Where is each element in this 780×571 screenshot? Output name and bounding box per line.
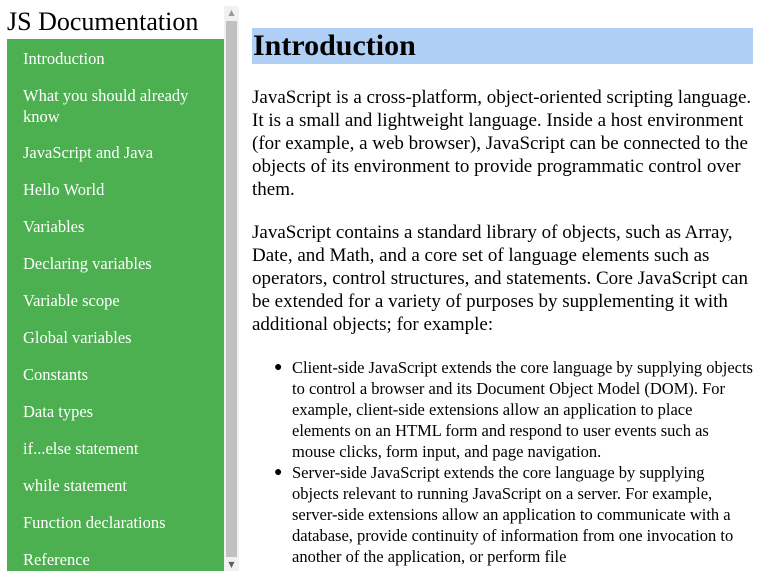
main-content: Introduction JavaScript is a cross-platf… — [252, 0, 754, 571]
sidebar-item: JavaScript and Java — [7, 133, 224, 170]
sidebar-nav: JS Documentation Introduction What you s… — [0, 0, 224, 571]
sidebar-item-global-variables[interactable]: Global variables — [7, 318, 224, 355]
sidebar-item-variables[interactable]: Variables — [7, 207, 224, 244]
sidebar-item-function-declarations[interactable]: Function declarations — [7, 503, 224, 540]
sidebar-item: if...else statement — [7, 429, 224, 466]
extension-list: ● Client-side JavaScript extends the cor… — [274, 357, 754, 567]
list-item: ● Server-side JavaScript extends the cor… — [274, 462, 754, 567]
sidebar-item-reference[interactable]: Reference — [7, 540, 224, 571]
bullet-dot-icon: ● — [274, 360, 283, 375]
sidebar-item: Hello World — [7, 170, 224, 207]
sidebar-item: Variables — [7, 207, 224, 244]
sidebar-item: Constants — [7, 355, 224, 392]
bullet-dot-icon: ● — [274, 465, 283, 480]
sidebar-title: JS Documentation — [7, 7, 199, 36]
intro-paragraph: JavaScript is a cross-platform, object-o… — [252, 87, 752, 200]
sidebar-item: Variable scope — [7, 281, 224, 318]
sidebar-item: while statement — [7, 466, 224, 503]
sidebar-item-hello-world[interactable]: Hello World — [7, 170, 224, 207]
list-item-text: Client-side JavaScript extends the core … — [292, 358, 753, 461]
sidebar-scrollbar[interactable]: ▲ ▼ — [224, 6, 239, 571]
sidebar-item-if-else-statement[interactable]: if...else statement — [7, 429, 224, 466]
sidebar-item-declaring-variables[interactable]: Declaring variables — [7, 244, 224, 281]
sidebar-item: Reference — [7, 540, 224, 571]
sidebar-menu: Introduction What you should already kno… — [7, 39, 224, 571]
sidebar-item-introduction[interactable]: Introduction — [7, 39, 224, 76]
list-item-text: Server-side JavaScript extends the core … — [292, 463, 734, 566]
sidebar-item: Introduction — [7, 39, 224, 76]
sidebar-scrollbar-thumb[interactable] — [226, 21, 237, 557]
section-title: Introduction — [252, 28, 753, 64]
list-item: ● Client-side JavaScript extends the cor… — [274, 357, 754, 462]
sidebar-item-while-statement[interactable]: while statement — [7, 466, 224, 503]
sidebar-item-data-types[interactable]: Data types — [7, 392, 224, 429]
sidebar-item: Data types — [7, 392, 224, 429]
sidebar-item: Global variables — [7, 318, 224, 355]
sidebar-item-variable-scope[interactable]: Variable scope — [7, 281, 224, 318]
scroll-up-arrow-icon[interactable]: ▲ — [224, 6, 239, 20]
sidebar-item-what-you-should-already-know[interactable]: What you should already know — [7, 76, 224, 133]
library-paragraph: JavaScript contains a standard library o… — [252, 222, 748, 335]
sidebar-item: Function declarations — [7, 503, 224, 540]
sidebar-item-javascript-and-java[interactable]: JavaScript and Java — [7, 133, 224, 170]
sidebar-item-constants[interactable]: Constants — [7, 355, 224, 392]
sidebar-item: Declaring variables — [7, 244, 224, 281]
sidebar-item: What you should already know — [7, 76, 224, 133]
scroll-down-arrow-icon[interactable]: ▼ — [224, 559, 239, 571]
page-scrollbar[interactable] — [775, 0, 780, 571]
